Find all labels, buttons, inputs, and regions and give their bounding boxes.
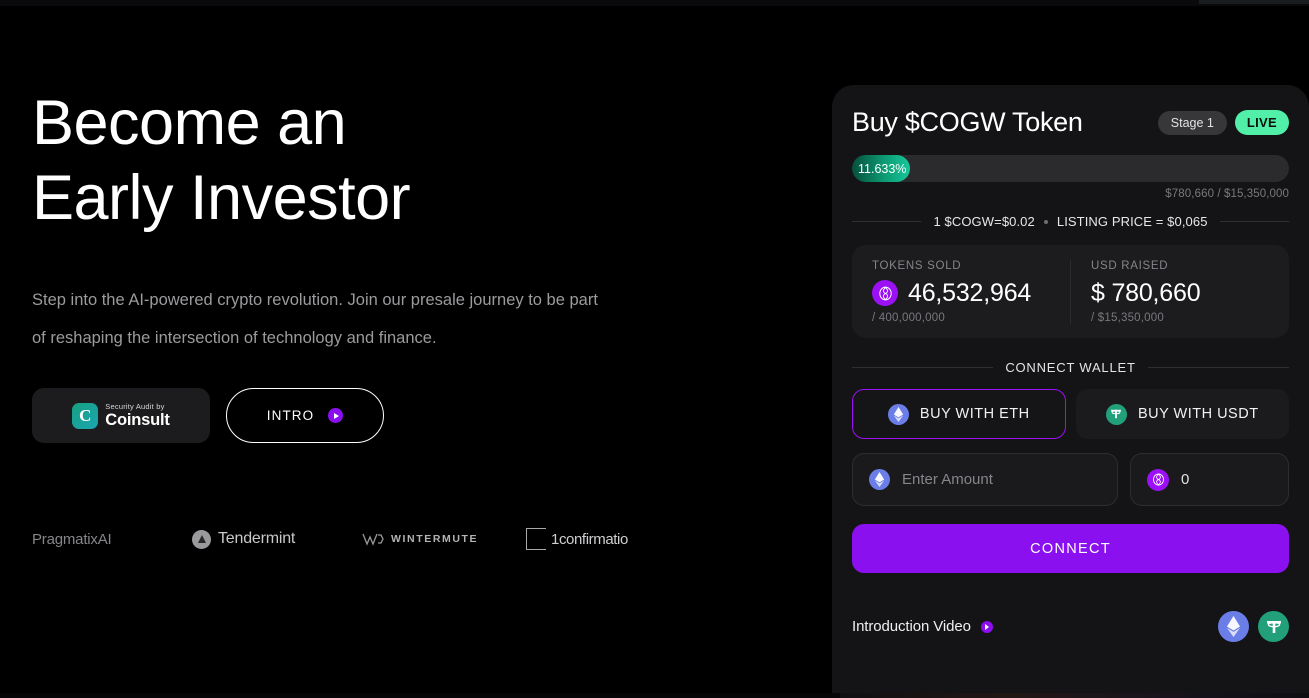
partner-name: WINTERMUTE bbox=[391, 533, 479, 545]
stage-badge: Stage 1 bbox=[1157, 110, 1227, 135]
wintermute-icon bbox=[362, 532, 384, 546]
separator-dot-icon bbox=[1043, 219, 1048, 224]
page-title: Become an Early Investor bbox=[32, 86, 802, 236]
footer-token-icons bbox=[1218, 611, 1289, 642]
partner-logo-tendermint: Tendermint bbox=[192, 529, 362, 549]
presale-badges: Stage 1 LIVE bbox=[1157, 110, 1289, 135]
introduction-video-label: Introduction Video bbox=[852, 618, 971, 635]
partner-logo-wintermute: WINTERMUTE bbox=[362, 532, 526, 546]
payment-method-tabs: BUY WITH ETH BUY WITH USDT bbox=[852, 389, 1289, 439]
stat-label: USD RAISED bbox=[1091, 259, 1169, 272]
tab-buy-with-usdt[interactable]: BUY WITH USDT bbox=[1075, 389, 1289, 439]
stat-value: $ 780,660 bbox=[1091, 278, 1201, 307]
cogw-token-icon bbox=[1147, 468, 1169, 491]
audit-badge-subtitle: Security Audit by bbox=[105, 401, 165, 411]
stat-sub: / 400,000,000 bbox=[872, 311, 945, 324]
partner-name: 1confirmatio bbox=[551, 530, 628, 548]
divider-right bbox=[1219, 221, 1290, 222]
partner-name: PragmatixAI bbox=[32, 530, 112, 548]
introduction-video-link[interactable]: Introduction Video bbox=[852, 618, 993, 635]
tab-label: BUY WITH ETH bbox=[919, 406, 1030, 422]
connect-button[interactable]: CONNECT bbox=[852, 524, 1289, 573]
partner-name: Tendermint bbox=[218, 530, 296, 547]
coinsult-logo-icon: C bbox=[72, 402, 99, 429]
divider-left bbox=[852, 367, 994, 368]
stat-label: TOKENS SOLD bbox=[872, 259, 962, 272]
receive-amount-wrapper: 0 bbox=[1130, 453, 1289, 506]
play-icon bbox=[328, 408, 344, 423]
stat-main: 46,532,964 bbox=[872, 279, 1050, 308]
eth-icon bbox=[869, 469, 890, 490]
connect-wallet-heading: CONNECT WALLET bbox=[852, 360, 1290, 375]
presale-card-header: Buy $COGW Token Stage 1 LIVE bbox=[852, 107, 1289, 138]
tendermint-icon bbox=[192, 529, 211, 549]
intro-button-label: INTRO bbox=[266, 408, 315, 423]
audit-badge-name: Coinsult bbox=[105, 411, 170, 429]
audit-badge-text: Security Audit by Coinsult bbox=[105, 401, 170, 429]
divider-right bbox=[1147, 367, 1290, 368]
progress-fill: 11.633% bbox=[852, 155, 910, 182]
hero-section: Become an Early Investor Step into the A… bbox=[32, 86, 802, 357]
amount-input[interactable] bbox=[902, 471, 1101, 488]
play-icon bbox=[980, 620, 993, 633]
presale-stats: TOKENS SOLD 46,532,964 / 400,000,000 USD… bbox=[852, 245, 1289, 338]
presale-progress: 11.633% $780,660 / $15,350,000 bbox=[852, 155, 1289, 200]
stat-usd-raised: USD RAISED $ 780,660 / $15,350,000 bbox=[1070, 259, 1289, 324]
amount-input-wrapper[interactable] bbox=[852, 453, 1118, 506]
stat-main: $ 780,660 bbox=[1091, 279, 1269, 308]
price-info-row: 1 $COGW=$0.02 LISTING PRICE = $0,065 bbox=[852, 214, 1290, 229]
presale-title: Buy $COGW Token bbox=[852, 107, 1083, 137]
eth-icon bbox=[887, 403, 909, 425]
cogw-token-icon bbox=[872, 280, 898, 306]
usdt-icon bbox=[1105, 403, 1127, 425]
usdt-icon[interactable] bbox=[1258, 611, 1289, 642]
partner-logos: PragmatixAI Tendermint WINTERMUTE 1confi… bbox=[32, 528, 686, 550]
presale-card: Buy $COGW Token Stage 1 LIVE 11.633% $78… bbox=[832, 85, 1309, 698]
partner-logo-1confirmation: 1confirmatio bbox=[526, 528, 686, 550]
intro-button[interactable]: INTRO bbox=[226, 388, 384, 443]
taskbar-strip-tint bbox=[840, 693, 1309, 698]
receive-amount-value: 0 bbox=[1181, 471, 1190, 488]
progress-track: 11.633% bbox=[852, 155, 1289, 182]
hero-subtext: Step into the AI-powered crypto revoluti… bbox=[32, 291, 598, 347]
amount-row: 0 bbox=[852, 453, 1289, 506]
stat-tokens-sold: TOKENS SOLD 46,532,964 / 400,000,000 bbox=[852, 260, 1070, 324]
hero-cta-row: C Security Audit by Coinsult INTRO bbox=[32, 388, 384, 443]
headline-line-2: Early Investor bbox=[32, 163, 411, 233]
stat-sub: / $15,350,000 bbox=[1091, 311, 1164, 324]
browser-chrome-strip bbox=[0, 0, 1309, 6]
divider-left bbox=[852, 221, 922, 222]
tab-label: BUY WITH USDT bbox=[1137, 406, 1259, 422]
current-price: 1 $COGW=$0.02 bbox=[933, 214, 1035, 229]
tab-buy-with-eth[interactable]: BUY WITH ETH bbox=[852, 389, 1066, 439]
browser-chrome-strip-right bbox=[1199, 0, 1309, 4]
stat-value: 46,532,964 bbox=[908, 278, 1032, 307]
connect-wallet-title: CONNECT WALLET bbox=[1005, 360, 1136, 375]
security-audit-badge[interactable]: C Security Audit by Coinsult bbox=[32, 388, 210, 443]
headline-line-1: Become an bbox=[32, 88, 347, 158]
listing-price: LISTING PRICE = $0,065 bbox=[1056, 214, 1208, 229]
status-badge: LIVE bbox=[1234, 110, 1289, 135]
partner-logo-pragmatixai: PragmatixAI bbox=[32, 531, 192, 548]
price-info-text: 1 $COGW=$0.02 LISTING PRICE = $0,065 bbox=[933, 214, 1207, 229]
progress-raised-total: $780,660 / $15,350,000 bbox=[1165, 188, 1289, 200]
progress-percent-label: 11.633% bbox=[858, 161, 907, 176]
presale-card-footer: Introduction Video bbox=[852, 611, 1289, 642]
eth-icon[interactable] bbox=[1218, 611, 1249, 642]
confirmation-icon bbox=[526, 528, 546, 550]
